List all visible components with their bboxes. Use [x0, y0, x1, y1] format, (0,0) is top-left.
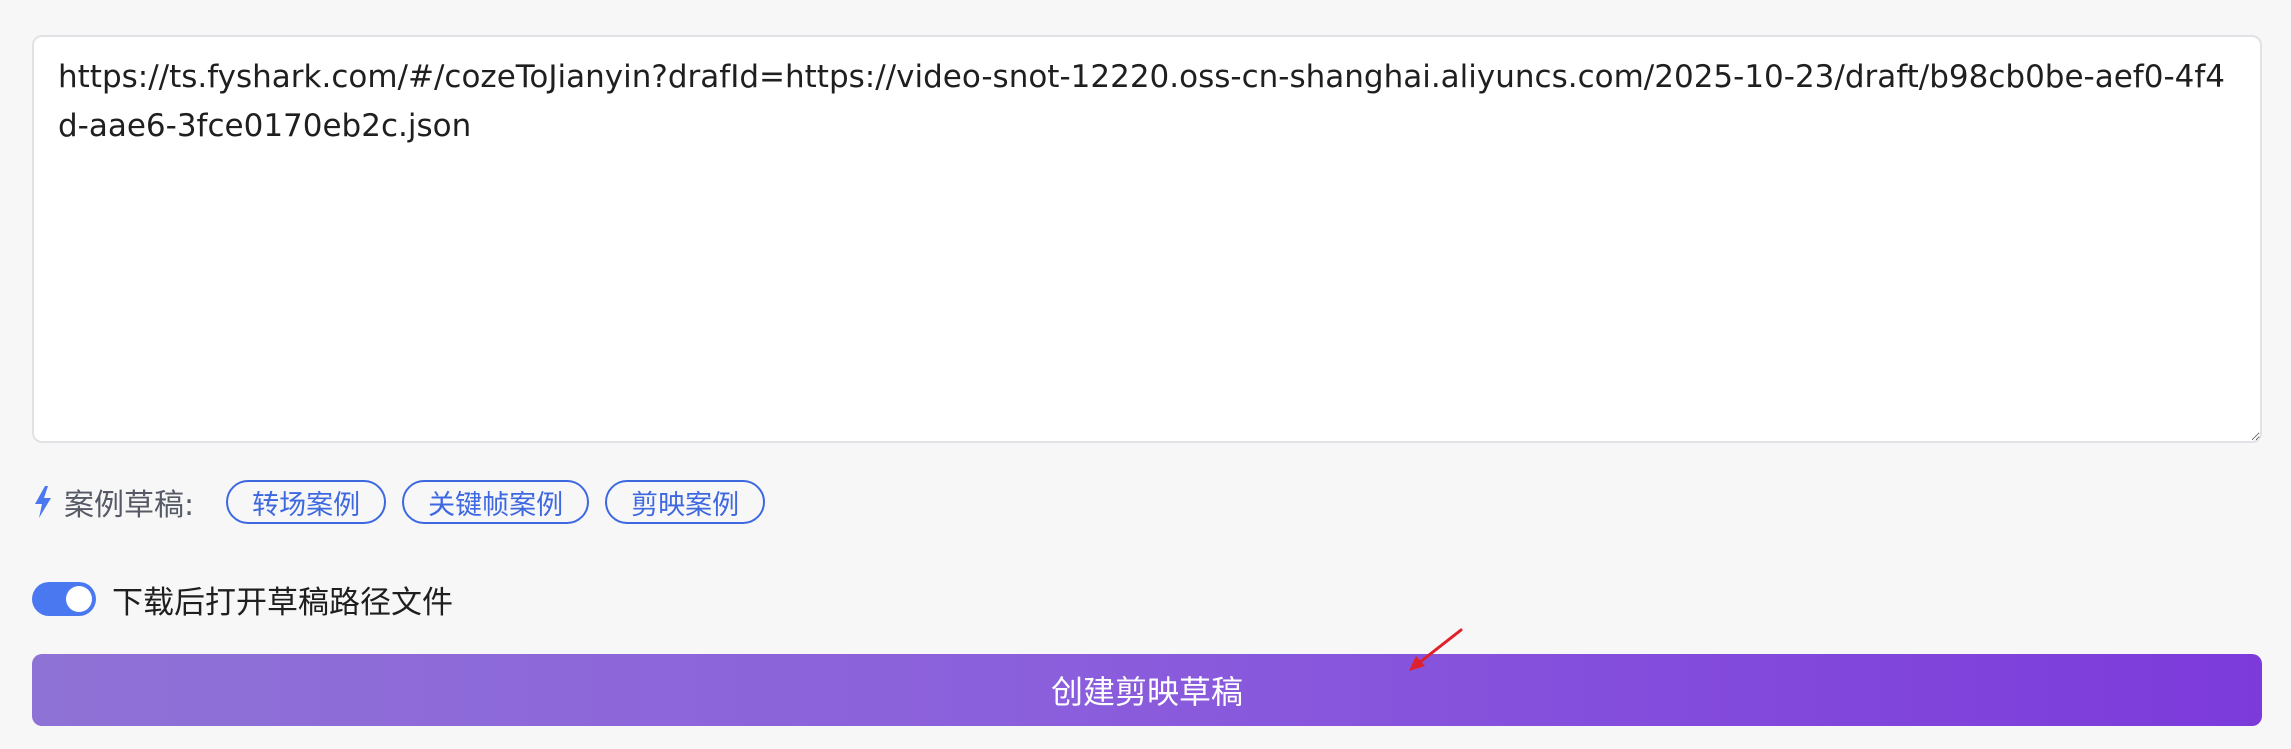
draft-url-textarea[interactable]: https://ts.fyshark.com/#/cozeToJianyin?d… [32, 35, 2262, 443]
open-folder-toggle-label: 下载后打开草稿路径文件 [112, 584, 453, 621]
example-chip-transition[interactable]: 转场案例 [226, 480, 387, 524]
example-chip-jianying[interactable]: 剪映案例 [605, 480, 766, 524]
lightning-icon [35, 486, 51, 518]
create-draft-button-label: 创建剪映草稿 [1050, 673, 1243, 711]
open-folder-toggle-row: 下载后打开草稿路径文件 [32, 577, 453, 621]
create-draft-button[interactable]: 创建剪映草稿 [32, 654, 2262, 726]
toggle-knob [66, 586, 92, 612]
example-drafts-row: 案例草稿: 转场案例 关键帧案例 剪映案例 [32, 478, 781, 526]
example-drafts-label: 案例草稿: [64, 488, 195, 523]
open-folder-toggle[interactable] [32, 582, 96, 616]
page: https://ts.fyshark.com/#/cozeToJianyin?d… [0, 0, 2291, 749]
example-chip-keyframe[interactable]: 关键帧案例 [402, 480, 590, 524]
